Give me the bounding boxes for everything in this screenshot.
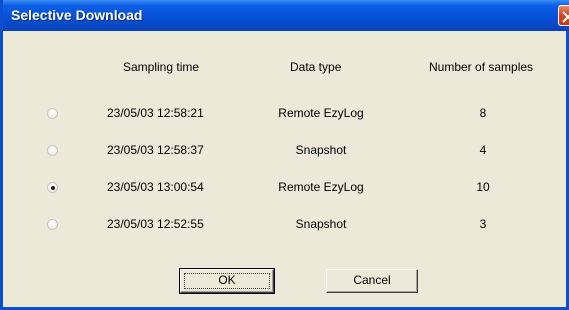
data-type-cell: Remote EzyLog xyxy=(278,106,364,120)
sample-radio-button[interactable] xyxy=(47,108,58,119)
data-type-cell: Remote EzyLog xyxy=(278,180,364,194)
sampling-time-cell: 23/05/03 12:58:21 xyxy=(107,106,204,120)
data-type-cell: Snapshot xyxy=(295,143,347,157)
sample-count-cell: 4 xyxy=(479,143,487,157)
sampling-time-cell: 23/05/03 13:00:54 xyxy=(107,180,204,194)
sample-count-cell: 10 xyxy=(476,180,490,194)
sample-count-cell: 8 xyxy=(479,106,487,120)
window-title: Selective Download xyxy=(11,7,143,23)
sample-radio-button[interactable] xyxy=(47,182,58,193)
sample-radio-button[interactable] xyxy=(47,219,58,230)
ok-button[interactable]: OK xyxy=(179,268,275,294)
close-icon xyxy=(562,11,569,23)
sampling-time-cell: 23/05/03 12:52:55 xyxy=(107,217,204,231)
close-button[interactable] xyxy=(558,5,569,26)
list-item[interactable]: 23/05/03 12:58:21 Remote EzyLog 8 xyxy=(3,106,569,126)
header-sampling-time: Sampling time xyxy=(123,60,200,74)
sample-radio-button[interactable] xyxy=(47,145,58,156)
title-bar[interactable]: Selective Download xyxy=(3,0,569,31)
sample-count-cell: 3 xyxy=(479,217,487,231)
list-item[interactable]: 23/05/03 13:00:54 Remote EzyLog 10 xyxy=(3,180,569,200)
cancel-button-label: Cancel xyxy=(353,273,391,287)
ok-button-label: OK xyxy=(218,273,236,287)
list-item[interactable]: 23/05/03 12:52:55 Snapshot 3 xyxy=(3,217,569,237)
sampling-time-cell: 23/05/03 12:58:37 xyxy=(107,143,204,157)
header-number-of-samples: Number of samples xyxy=(429,60,534,74)
list-item[interactable]: 23/05/03 12:58:37 Snapshot 4 xyxy=(3,143,569,163)
header-data-type: Data type xyxy=(290,60,342,74)
cancel-button[interactable]: Cancel xyxy=(326,269,418,293)
data-type-cell: Snapshot xyxy=(295,217,347,231)
dialog-window: Selective Download Sampling time Data ty… xyxy=(0,0,569,310)
